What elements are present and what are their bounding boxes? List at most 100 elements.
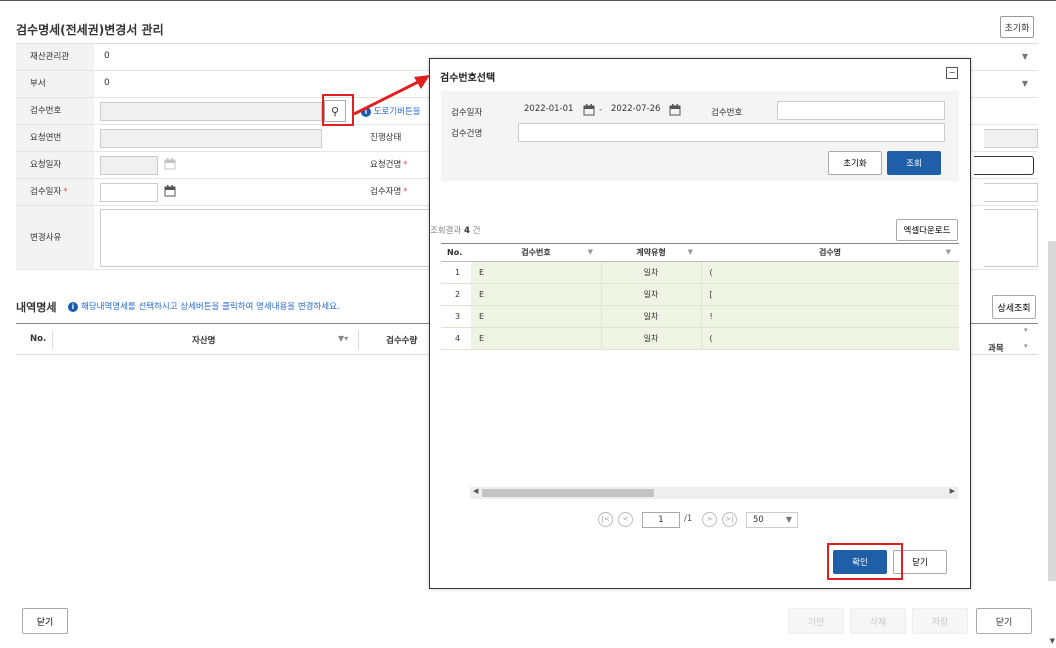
row-contract-type: 일차 [601, 305, 702, 328]
requester-label: 요청건명 * [370, 160, 408, 170]
filter-icon[interactable]: ▼▾ [338, 334, 348, 343]
date-to-input[interactable]: 2022-07-26 [605, 101, 665, 120]
col-contract-type[interactable]: 계약유형 ▼ [601, 243, 701, 262]
info-link[interactable]: i 도로기버튼을 [361, 105, 421, 117]
table-row[interactable]: 3 E 일차 ! [441, 305, 959, 328]
row-inspect-no: E [471, 283, 602, 306]
row-inspect-name: ( [701, 327, 959, 350]
reason-textarea-tail[interactable] [984, 209, 1038, 267]
vertical-scrollbar[interactable] [1048, 241, 1056, 581]
dialog-reset-button[interactable]: 초기화 [828, 151, 882, 175]
page-input[interactable]: 1 [642, 512, 680, 528]
request-no-input[interactable] [100, 129, 322, 148]
chevron-down-icon: ▼ [1021, 52, 1028, 61]
row-contract-type: 일차 [601, 327, 702, 350]
col-no[interactable]: No. [30, 334, 46, 344]
dept-value: 0 [104, 78, 110, 88]
col-no[interactable]: No. [441, 243, 471, 262]
dialog-query-button[interactable]: 조회 [887, 151, 941, 175]
inspect-no-input[interactable] [100, 102, 322, 121]
asset-org-value: 0 [104, 51, 110, 61]
sort-icon[interactable]: ▼ [588, 248, 593, 256]
details-hint: i 해당내역명세를 선택하시고 상세버튼을 클릭하여 명세내용을 변경하세요. [68, 300, 340, 312]
row-inspect-name: [ [701, 283, 959, 306]
details-title: 내역명세 [16, 301, 57, 314]
col-quantity[interactable]: 검수수량 [386, 334, 417, 346]
chevron-down-icon[interactable]: ▾ [1024, 326, 1028, 334]
reason-textarea[interactable] [100, 209, 430, 267]
chevron-down-icon[interactable]: ▾ [1024, 342, 1028, 350]
row-inspect-no: E [471, 261, 602, 284]
request-no-label: 요청연번 [16, 125, 94, 151]
scroll-thumb[interactable] [482, 489, 654, 497]
col-subject[interactable]: 과목 [988, 342, 1004, 354]
inspect-no-search-input[interactable] [777, 101, 945, 120]
col-inspect-name[interactable]: 검수명 ▼ [701, 243, 959, 262]
row-no: 2 [441, 283, 471, 306]
result-count: 조회결과 4 건 [430, 226, 481, 236]
scroll-down-icon[interactable]: ▼ [1050, 637, 1055, 645]
date-from-input[interactable]: 2022-01-01 [518, 101, 578, 120]
detail-view-button[interactable]: 상세조회 [992, 295, 1036, 319]
col-divider [52, 330, 53, 350]
col-divider [358, 330, 359, 350]
chevron-down-icon: ▼ [785, 515, 792, 524]
result-table-header: No. 검수번호 ▼ 계약유형 ▼ 검수명 ▼ [441, 243, 959, 262]
sort-icon[interactable]: ▼ [946, 248, 951, 256]
reason-label: 변경사유 [16, 206, 94, 269]
calendar-icon[interactable] [164, 158, 176, 170]
inspect-date-input[interactable] [100, 183, 158, 202]
page: 검수명세(전세권)변경서 관리 초기화 재산관리관 0 ▼ 부서 0 ▼ 검수번… [0, 0, 1056, 648]
row-contract-type: 일차 [601, 261, 702, 284]
sort-icon[interactable]: ▼ [688, 248, 693, 256]
info-link-text: 도로기버튼을 [373, 107, 421, 117]
next-page-icon[interactable]: > [702, 512, 717, 527]
excel-download-button[interactable]: 엑셀다운로드 [896, 219, 958, 241]
col-inspect-no[interactable]: 검수번호 ▼ [471, 243, 601, 262]
scroll-left-icon[interactable]: ◀ [473, 487, 478, 495]
prev-page-icon[interactable]: < [618, 512, 633, 527]
table-row[interactable]: 4 E 일차 ( [441, 327, 959, 350]
row-contract-type: 일차 [601, 283, 702, 306]
minimize-icon[interactable]: − [946, 67, 958, 79]
date-label: 검수일자 [451, 108, 483, 118]
close-button-left[interactable]: 닫기 [22, 608, 68, 634]
asset-org-label: 재산관리관 [16, 44, 94, 70]
page-title: 검수명세(전세권)변경서 관리 [16, 23, 164, 37]
calendar-icon[interactable] [583, 104, 595, 116]
dialog-title: 검수번호선택 [440, 73, 496, 84]
reset-button[interactable]: 초기화 [1000, 16, 1034, 38]
calendar-icon[interactable] [164, 185, 176, 197]
table-row[interactable]: 1 E 일차 ( [441, 261, 959, 284]
scroll-right-icon[interactable]: ▶ [950, 487, 955, 495]
requester-input-tail[interactable] [974, 156, 1034, 175]
inspect-date-label: 검수일자 * [16, 179, 94, 205]
inspect-no-label: 검수번호 [16, 98, 94, 124]
dept-label: 부서 [16, 71, 94, 97]
first-page-icon[interactable]: |< [598, 512, 613, 527]
last-page-icon[interactable]: >| [722, 512, 737, 527]
pagination: |< < 1 /1 > >| 50 ▼ [598, 512, 818, 530]
calendar-icon[interactable] [669, 104, 681, 116]
page-size-select[interactable]: 50 ▼ [746, 512, 798, 528]
save-button[interactable]: 저장 [912, 608, 968, 634]
request-date-input[interactable] [100, 156, 158, 175]
result-table: No. 검수번호 ▼ 계약유형 ▼ 검수명 ▼ 1 E 일차 ( 2 E 일차 [ [441, 243, 959, 350]
row-inspect-name: ( [701, 261, 959, 284]
row-inspect-no: E [471, 327, 602, 350]
close-button-right[interactable]: 닫기 [976, 608, 1032, 634]
row-inspect-name: ! [701, 305, 959, 328]
inspector-input-tail[interactable] [984, 183, 1038, 202]
horizontal-scrollbar[interactable]: ◀ ▶ [470, 487, 958, 499]
draft-button[interactable]: 기안 [788, 608, 844, 634]
table-row[interactable]: 2 E 일차 [ [441, 283, 959, 306]
progress-label: 진행상태 [370, 133, 402, 143]
highlight-box-search [322, 94, 354, 126]
case-name-label: 검수건명 [451, 129, 483, 139]
col-asset-name[interactable]: 자산명 [192, 334, 215, 346]
case-name-input[interactable] [518, 123, 945, 142]
delete-button[interactable]: 삭제 [850, 608, 906, 634]
info-icon: i [68, 301, 78, 312]
row-no: 3 [441, 305, 471, 328]
chevron-down-icon: ▼ [1021, 79, 1028, 88]
